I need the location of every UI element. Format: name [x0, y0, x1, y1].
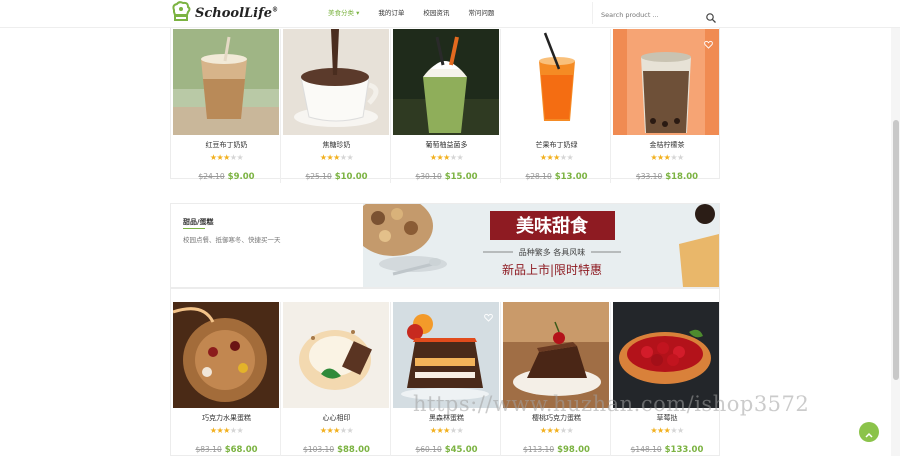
search-box [592, 2, 720, 27]
product-card[interactable]: 黑森林蛋糕 ★★★★★ $60.10 $45.00 [393, 302, 501, 456]
product-price: $30.10 $15.00 [415, 172, 478, 182]
dessert-banner-section: 甜品/蛋糕 校园点餐、抵御寒冬、快捷买一天 美味甜食 品种繁多 各具风味 新品上… [170, 203, 720, 288]
product-rating: ★★★★★ [319, 153, 354, 162]
section-description: 校园点餐、抵御寒冬、快捷买一天 [183, 236, 281, 244]
product-rating: ★★★★★ [209, 426, 244, 435]
main-nav: 美食分类 ▾ 我的订单 校园资讯 常问问题 [328, 7, 494, 17]
product-card[interactable]: 焦糖珍奶 ★★★★★ $25.10 $10.00 [283, 29, 391, 183]
scrollbar-thumb[interactable] [893, 120, 899, 380]
banner-heading: 美味甜食 [516, 215, 589, 237]
product-price: $148.10 $133.00 [630, 445, 704, 455]
heart-icon[interactable] [484, 307, 493, 326]
product-price: $25.10 $10.00 [305, 172, 368, 182]
promo-banner-image[interactable]: 美味甜食 品种繁多 各具风味 新品上市|限时特惠 [363, 204, 719, 287]
product-card[interactable]: 草莓挞 ★★★★★ $148.10 $133.00 [613, 302, 721, 456]
product-price: $83.10 $68.00 [195, 445, 258, 455]
product-rating: ★★★★★ [650, 153, 684, 162]
product-name[interactable]: 金桔柠檬茶 [613, 140, 721, 150]
product-rating: ★★★★★ [429, 153, 464, 162]
product-image[interactable] [613, 29, 719, 135]
product-price: $28.10 $13.00 [525, 172, 588, 182]
product-card[interactable]: 葡萄柚益菌多 ★★★★★ $30.10 $15.00 [393, 29, 501, 183]
back-to-top-button[interactable] [859, 422, 879, 442]
chevron-down-icon: ▾ [356, 9, 360, 17]
product-price: $33.10 $18.00 [635, 172, 699, 182]
product-card[interactable]: 樱桃巧克力蛋糕 ★★★★★ $113.10 $98.00 [503, 302, 611, 456]
product-rating: ★★★★★ [539, 153, 574, 162]
product-image[interactable] [283, 302, 389, 408]
product-rating: ★★★★★ [429, 426, 464, 435]
watermark-text: https://www.huzhan.com/ishop3572 [413, 392, 810, 416]
search-input[interactable] [593, 4, 697, 26]
site-logo[interactable]: SchoolLife® [170, 0, 278, 26]
title-underline [183, 228, 205, 229]
chef-hat-icon [170, 1, 192, 25]
desserts-product-row: 巧克力水果蛋糕 ★★★★★ $83.10 $68.00 心心相印 ★★★★★ $1… [170, 288, 720, 456]
nav-item-my-orders[interactable]: 我的订单 [378, 7, 404, 17]
drinks-product-row: 红豆布丁奶奶 ★★★★★ $24.10 $9.00 焦糖珍奶 ★★★★★ $25.… [170, 15, 720, 183]
chevron-up-icon [865, 423, 873, 442]
product-price: $103.10 $88.00 [303, 445, 370, 455]
product-card[interactable]: 巧克力水果蛋糕 ★★★★★ $83.10 $68.00 [173, 302, 281, 456]
banner-line2: 新品上市|限时特惠 [502, 262, 602, 277]
nav-item-faq[interactable]: 常问问题 [468, 7, 494, 17]
product-card[interactable]: 芒果布丁奶绿 ★★★★★ $28.10 $13.00 [503, 29, 611, 183]
product-name[interactable]: 葡萄柚益菌多 [393, 140, 500, 150]
product-rating: ★★★★★ [650, 426, 684, 435]
product-image[interactable] [503, 29, 609, 135]
page-scrollbar[interactable] [891, 0, 900, 456]
product-price: $60.10 $45.00 [415, 445, 478, 455]
product-name[interactable]: 心心相印 [283, 413, 390, 423]
heart-icon[interactable] [704, 34, 713, 53]
search-icon[interactable] [706, 8, 716, 27]
product-card[interactable]: 心心相印 ★★★★★ $103.10 $88.00 [283, 302, 391, 456]
product-image[interactable] [393, 29, 499, 135]
nav-item-campus-news[interactable]: 校园资讯 [423, 7, 449, 17]
product-rating: ★★★★★ [539, 426, 574, 435]
product-rating: ★★★★★ [319, 426, 354, 435]
site-header: SchoolLife® 美食分类 ▾ 我的订单 校园资讯 常问问题 [0, 0, 900, 28]
product-image[interactable] [283, 29, 389, 135]
section-title[interactable]: 甜品/蛋糕 [183, 217, 214, 227]
logo-text: SchoolLife® [195, 5, 278, 21]
product-card[interactable]: 金桔柠檬茶 ★★★★★ $33.10 $18.00 [613, 29, 721, 183]
product-price: $24.10 $9.00 [198, 172, 255, 182]
product-image[interactable] [173, 302, 279, 408]
product-name[interactable]: 巧克力水果蛋糕 [173, 413, 280, 423]
product-name[interactable]: 焦糖珍奶 [283, 140, 390, 150]
nav-item-food-category[interactable]: 美食分类 ▾ [328, 7, 359, 17]
product-card[interactable]: 红豆布丁奶奶 ★★★★★ $24.10 $9.00 [173, 29, 281, 183]
product-name[interactable]: 红豆布丁奶奶 [173, 140, 280, 150]
section-header: 甜品/蛋糕 校园点餐、抵御寒冬、快捷买一天 [171, 204, 363, 287]
product-rating: ★★★★★ [209, 153, 244, 162]
banner-line1: 品种繁多 各具风味 [519, 247, 586, 257]
product-name[interactable]: 芒果布丁奶绿 [503, 140, 610, 150]
product-image[interactable] [173, 29, 279, 135]
product-price: $113.10 $98.00 [523, 445, 590, 455]
